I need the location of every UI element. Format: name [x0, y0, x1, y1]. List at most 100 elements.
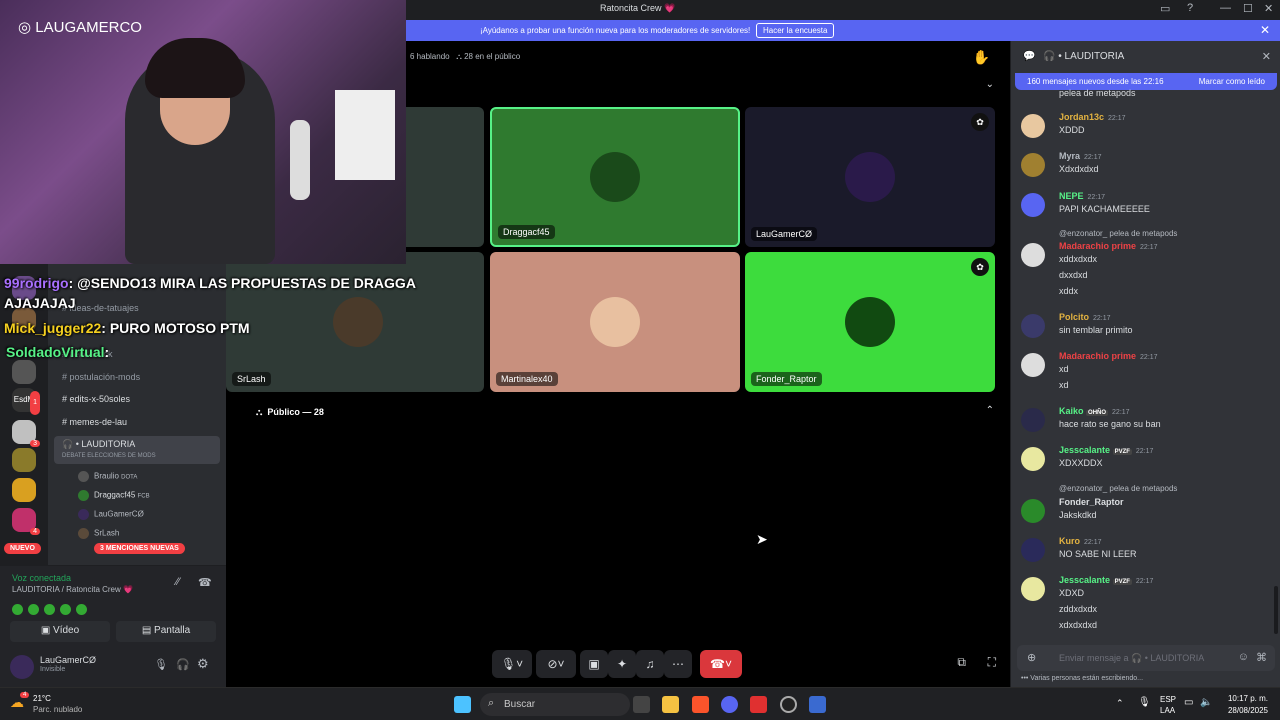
- message-author[interactable]: Jesscalante PVZF 22:17: [1059, 445, 1153, 455]
- channel-edits-x-50soles[interactable]: # edits-x-50soles: [62, 394, 130, 404]
- message-author[interactable]: Polcito 22:17: [1059, 312, 1111, 322]
- taskbar-search[interactable]: ⌕ Buscar: [480, 693, 630, 716]
- activity-icon[interactable]: [76, 604, 87, 616]
- calculator-icon[interactable]: [809, 696, 826, 713]
- avatar[interactable]: [1021, 499, 1045, 523]
- leave-call-button[interactable]: ☎˅: [700, 650, 742, 678]
- headphones-icon[interactable]: 🎧: [176, 658, 190, 671]
- avatar[interactable]: [1021, 447, 1045, 471]
- avatar[interactable]: [1021, 577, 1045, 601]
- microphone-icon[interactable]: 🎙: [1138, 697, 1151, 708]
- server-icon-esdm[interactable]: EsdM 1: [12, 388, 40, 415]
- server-icon[interactable]: [12, 360, 36, 384]
- mentions-pill[interactable]: 3 MENCIONES NUEVAS: [94, 543, 185, 554]
- close-window-button[interactable]: ✕: [1264, 2, 1273, 15]
- activity-icon[interactable]: [60, 604, 71, 616]
- chevron-down-icon[interactable]: ⌄: [986, 79, 994, 90]
- server-icon[interactable]: [12, 478, 36, 502]
- message-author[interactable]: NEPE 22:17: [1059, 191, 1105, 201]
- reply-preview[interactable]: @enzonator_ pelea de metapods: [1059, 229, 1177, 238]
- voice-user[interactable]: LauGamerCØ: [78, 509, 144, 520]
- voice-user[interactable]: SrLash: [78, 528, 119, 539]
- avatar[interactable]: [1021, 314, 1045, 338]
- microphone-icon[interactable]: 🎙: [154, 658, 168, 671]
- server-icon[interactable]: [12, 448, 36, 472]
- avatar[interactable]: [1021, 408, 1045, 432]
- help-icon[interactable]: ?: [1187, 2, 1193, 14]
- avatar[interactable]: [1021, 153, 1045, 177]
- soundboard-icon[interactable]: ♫: [636, 650, 664, 678]
- voice-channel-lauditoria[interactable]: 🎧 • LAUDITORIA DEBATE ELECCIONES DE MODS: [54, 436, 220, 464]
- thread-icon[interactable]: 💬: [1023, 51, 1035, 62]
- brave-browser-icon[interactable]: [692, 696, 709, 713]
- server-icon[interactable]: 3: [12, 420, 40, 447]
- activity-icon[interactable]: [12, 604, 23, 616]
- activities-icon[interactable]: ✦: [608, 650, 636, 678]
- show-hidden-icons[interactable]: ⌃: [1116, 698, 1124, 709]
- new-messages-bar[interactable]: 160 mensajes nuevos desde las 22:16 Marc…: [1015, 73, 1277, 90]
- mute-button[interactable]: 🎙˅: [492, 650, 532, 678]
- stage-tile-draggacf45[interactable]: Draggacf45: [490, 107, 740, 247]
- close-banner-icon[interactable]: ✕: [1260, 23, 1270, 37]
- inbox-icon[interactable]: ▭: [1160, 2, 1170, 15]
- share-screen-icon[interactable]: ▣: [580, 650, 608, 678]
- avatar[interactable]: [1021, 243, 1045, 267]
- minimize-button[interactable]: —: [1220, 2, 1231, 14]
- video-button[interactable]: ▣ Vídeo: [10, 621, 110, 642]
- close-chat-icon[interactable]: ✕: [1262, 50, 1271, 63]
- volume-icon[interactable]: 🔈: [1200, 697, 1212, 708]
- disconnect-icon[interactable]: ☎: [198, 576, 212, 589]
- emoji-icon[interactable]: ☺: [1238, 651, 1249, 663]
- app-icon[interactable]: [750, 696, 767, 713]
- message-input[interactable]: ⊕ Enviar mensaje a 🎧 • LAUDITORIA ☺ ⌘: [1017, 645, 1275, 671]
- camera-button[interactable]: ⊘˅: [536, 650, 576, 678]
- activity-icon[interactable]: [28, 604, 39, 616]
- chevron-up-icon[interactable]: ⌃: [986, 405, 994, 416]
- file-explorer-icon[interactable]: [662, 696, 679, 713]
- language-indicator[interactable]: ESP LAA: [1160, 694, 1176, 716]
- server-icon[interactable]: 4: [12, 508, 40, 535]
- voice-user[interactable]: Draggacf45 FCB: [78, 490, 150, 501]
- reply-preview[interactable]: @enzonator_ pelea de metapods: [1059, 484, 1177, 493]
- mark-read-link[interactable]: Marcar como leído: [1199, 77, 1265, 86]
- network-icon[interactable]: ▭: [1184, 697, 1193, 708]
- voice-location[interactable]: LAUDITORIA / Ratoncita Crew 💗: [12, 585, 133, 594]
- noise-suppression-icon[interactable]: ⁄⁄: [176, 576, 180, 588]
- new-pill[interactable]: NUEVO: [4, 543, 41, 554]
- popout-icon[interactable]: ⧉: [957, 655, 966, 670]
- raise-hand-icon[interactable]: ✋: [973, 49, 990, 66]
- message-author[interactable]: Kaiko OHÑO 22:17: [1059, 406, 1130, 416]
- message-author[interactable]: Jordan13c 22:17: [1059, 112, 1126, 122]
- activity-icon[interactable]: [44, 604, 55, 616]
- message-author[interactable]: Madarachio prime 22:17: [1059, 351, 1158, 361]
- message-author[interactable]: Kuro 22:17: [1059, 536, 1102, 546]
- clock[interactable]: 10:17 p. m. 28/08/2025: [1228, 693, 1268, 717]
- survey-button[interactable]: Hacer la encuesta: [756, 23, 835, 38]
- task-view-icon[interactable]: [633, 696, 650, 713]
- avatar[interactable]: [1021, 538, 1045, 562]
- avatar[interactable]: [10, 655, 34, 679]
- avatar[interactable]: [1021, 193, 1045, 217]
- more-options-icon[interactable]: ⋯: [664, 650, 692, 678]
- chat-scrollbar[interactable]: [1274, 586, 1278, 634]
- avatar[interactable]: [1021, 114, 1045, 138]
- channel-postulacion-mods[interactable]: # postulación-mods: [62, 372, 140, 382]
- fullscreen-icon[interactable]: ⛶: [988, 655, 996, 670]
- message-author[interactable]: Jesscalante PVZF 22:17: [1059, 575, 1153, 585]
- stage-tile-srlash[interactable]: SrLash: [226, 252, 484, 392]
- public-section-header[interactable]: ⛬ Público — 28: [256, 407, 324, 418]
- message-author[interactable]: Myra 22:17: [1059, 151, 1102, 161]
- message-author[interactable]: Madarachio prime 22:17: [1059, 241, 1158, 251]
- screen-share-button[interactable]: ▤ Pantalla: [116, 621, 216, 642]
- message-author[interactable]: Fonder_Raptor: [1059, 497, 1124, 507]
- stage-tile-fonder-raptor[interactable]: ✿ Fonder_Raptor: [745, 252, 995, 392]
- add-attachment-icon[interactable]: ⊕: [1027, 651, 1036, 664]
- avatar[interactable]: [1021, 353, 1045, 377]
- stage-tile-martinalex40[interactable]: Martinalex40: [490, 252, 740, 392]
- channel-memes-de-lau[interactable]: # memes-de-lau: [62, 417, 127, 427]
- obs-icon[interactable]: [780, 696, 797, 713]
- gamepad-icon[interactable]: ⌘: [1256, 651, 1267, 664]
- maximize-button[interactable]: ☐: [1243, 2, 1253, 15]
- weather-widget[interactable]: ☁ 4: [10, 692, 32, 714]
- stage-tile-laugamerco[interactable]: ✿ LauGamerCØ: [745, 107, 995, 247]
